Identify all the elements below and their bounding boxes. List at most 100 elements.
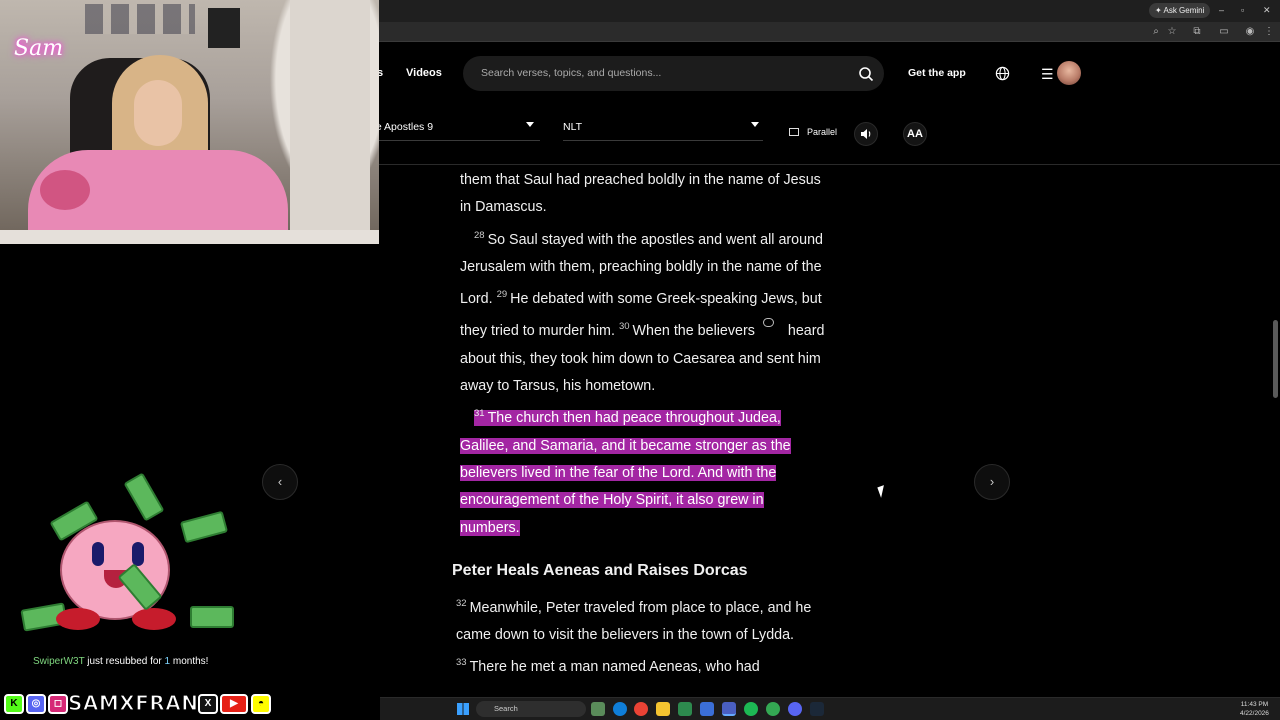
globe-icon[interactable] [995, 66, 1010, 81]
youtube-icon: ▶ [220, 694, 248, 714]
verse-number: 30 [618, 321, 630, 333]
ask-gemini-label: Ask Gemini [1163, 6, 1205, 15]
parallel-label: Parallel [807, 127, 838, 137]
streamer-name: SAMXFRANK [67, 690, 215, 715]
discord-taskbar-icon[interactable] [788, 702, 802, 716]
ask-gemini-button[interactable]: ✦ Ask Gemini [1149, 3, 1211, 18]
nav-link-videos[interactable]: Videos [406, 67, 442, 79]
verse-33-text[interactable]: There he met a man named Aeneas, who had [470, 659, 760, 675]
active-app-icon[interactable] [722, 702, 736, 716]
verse-number: 31 [474, 408, 485, 420]
profile-icon[interactable]: ◉ [1244, 26, 1256, 38]
footnote-icon[interactable] [762, 318, 774, 328]
kirby-eye [92, 542, 104, 566]
parallel-button[interactable]: Parallel [789, 127, 837, 137]
file-explorer-icon[interactable] [656, 702, 670, 716]
edge-icon[interactable] [613, 702, 627, 716]
chrome-profile-icon[interactable] [766, 702, 780, 716]
clock-date: 4/22/2026 [1240, 710, 1269, 717]
verse-paragraph: 31 The church then had peace throughout J… [456, 400, 826, 541]
chevron-right-icon: › [989, 474, 995, 489]
search-input[interactable] [481, 65, 841, 81]
verse-number: 33 [456, 657, 467, 669]
verse-number: 28 [474, 229, 485, 241]
chevron-down-icon [751, 122, 759, 127]
version-label: NLT [563, 121, 583, 133]
menu-icon[interactable]: ☰ [1041, 67, 1054, 81]
alert-username: SwiperW3T [33, 656, 85, 667]
money-icon [123, 472, 165, 522]
section-heading: Peter Heals Aeneas and Raises Dorcas [452, 561, 748, 579]
windows-taskbar: Search 11:43 PM 4/22/2026 [380, 697, 1280, 720]
chevron-down-icon [526, 122, 534, 127]
clock-time: 11:43 PM [1240, 701, 1269, 708]
alert-text: just resubbed for [84, 656, 165, 667]
webcam-door [290, 0, 370, 230]
speaker-icon [861, 129, 871, 139]
mouse-cursor-icon [877, 485, 888, 498]
webcam-feed: Sam [0, 0, 379, 244]
bookmark-star-icon[interactable]: ☆ [1166, 26, 1178, 38]
money-icon [190, 606, 234, 628]
bible-reader: them that Saul had preached boldly in th… [452, 167, 826, 682]
sub-alert-animation [20, 472, 234, 646]
verse-31-text: The church then had peace throughout Jud… [460, 410, 791, 536]
kick-icon: K [4, 694, 24, 714]
money-icon [179, 510, 229, 544]
streamer-face [134, 80, 182, 146]
app-icon[interactable] [678, 702, 692, 716]
font-settings-button[interactable]: AA [903, 122, 927, 146]
wall-frames [85, 4, 195, 34]
instagram-icon: ◻ [48, 694, 68, 714]
close-button[interactable]: ✕ [1263, 4, 1271, 16]
kirby-foot [56, 608, 100, 630]
verse-number: 29 [496, 289, 508, 301]
verse-text: them that Saul had preached boldly in th… [456, 167, 826, 222]
verse-30-text[interactable]: When the believers [633, 323, 755, 339]
highlighted-verse-31[interactable]: 31 The church then had peace throughout J… [460, 408, 791, 536]
version-selector[interactable]: NLT [563, 113, 763, 141]
steam-icon[interactable] [810, 702, 824, 716]
x-icon: X [198, 694, 218, 714]
next-chapter-button[interactable]: › [974, 464, 1010, 500]
restore-button[interactable]: ▫ [1241, 4, 1244, 16]
chevron-left-icon: ‹ [277, 474, 283, 489]
verse-paragraph: 32 Meanwhile, Peter traveled from place t… [456, 590, 826, 682]
kirby-eye [132, 542, 144, 566]
system-clock[interactable]: 11:43 PM 4/22/2026 [1240, 700, 1269, 718]
taskbar-search-label: Search [494, 704, 518, 713]
verse-27-tail: them that Saul had preached boldly in th… [460, 172, 821, 216]
more-menu-icon[interactable]: ⋮ [1263, 26, 1275, 38]
previous-chapter-button[interactable]: ‹ [262, 464, 298, 500]
search-bar [463, 56, 884, 91]
parallel-icon [789, 128, 799, 136]
get-the-app-link[interactable]: Get the app [908, 67, 966, 79]
scrollbar-thumb[interactable] [1273, 320, 1278, 398]
avatar[interactable] [1057, 61, 1081, 85]
verse-number: 32 [456, 597, 467, 609]
book-chapter-label: he Apostles 9 [370, 121, 434, 133]
wall-poster [208, 8, 240, 48]
side-panel-icon[interactable]: ▭ [1218, 26, 1230, 38]
windows-start-icon[interactable] [457, 703, 469, 715]
chrome-icon[interactable] [634, 702, 648, 716]
search-icon[interactable] [858, 66, 874, 82]
spotify-icon[interactable] [744, 702, 758, 716]
minimize-button[interactable]: – [1219, 4, 1224, 16]
alert-text-end: months! [170, 656, 209, 667]
zoom-icon[interactable]: ⌕ [1150, 26, 1162, 38]
app-icon[interactable] [700, 702, 714, 716]
book-chapter-selector[interactable]: he Apostles 9 [370, 113, 540, 141]
snapchat-icon: ◓ [251, 694, 271, 714]
discord-icon: ◎ [26, 694, 46, 714]
audio-button[interactable] [854, 122, 878, 146]
extensions-icon[interactable]: ⧉ [1191, 26, 1203, 38]
taskbar-search[interactable]: Search [476, 701, 586, 717]
widgets-icon[interactable] [591, 702, 605, 716]
webcam-desk [0, 230, 379, 244]
kirby-foot [132, 608, 176, 630]
streamer-logo: Sam [14, 36, 64, 61]
verse-paragraph: 28 So Saul stayed with the apostles and w… [456, 222, 826, 401]
verse-32-text[interactable]: Meanwhile, Peter traveled from place to … [456, 600, 811, 643]
hoodie-pattern [40, 170, 90, 210]
